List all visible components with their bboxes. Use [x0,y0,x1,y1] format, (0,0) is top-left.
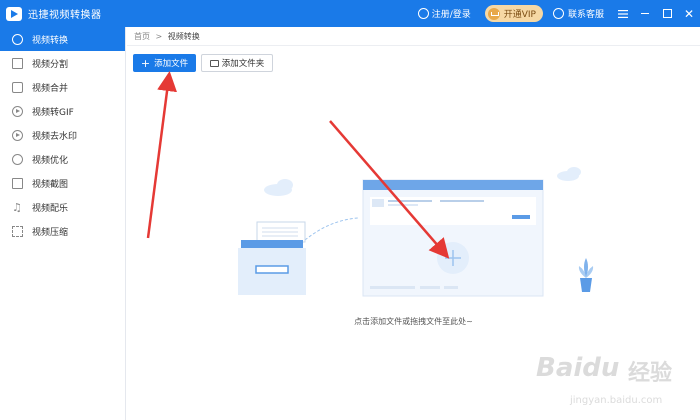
watermark-url: jingyan.baidu.com [570,395,663,406]
watermark-brand-cn: 经验 [628,361,673,386]
baidu-watermark: Baidu 经验 jingyan.baidu.com [530,345,695,415]
watermark-brand: Baidu [536,353,620,383]
arrow-to-add-file [146,71,177,239]
arrow-to-drop-zone [329,120,450,259]
